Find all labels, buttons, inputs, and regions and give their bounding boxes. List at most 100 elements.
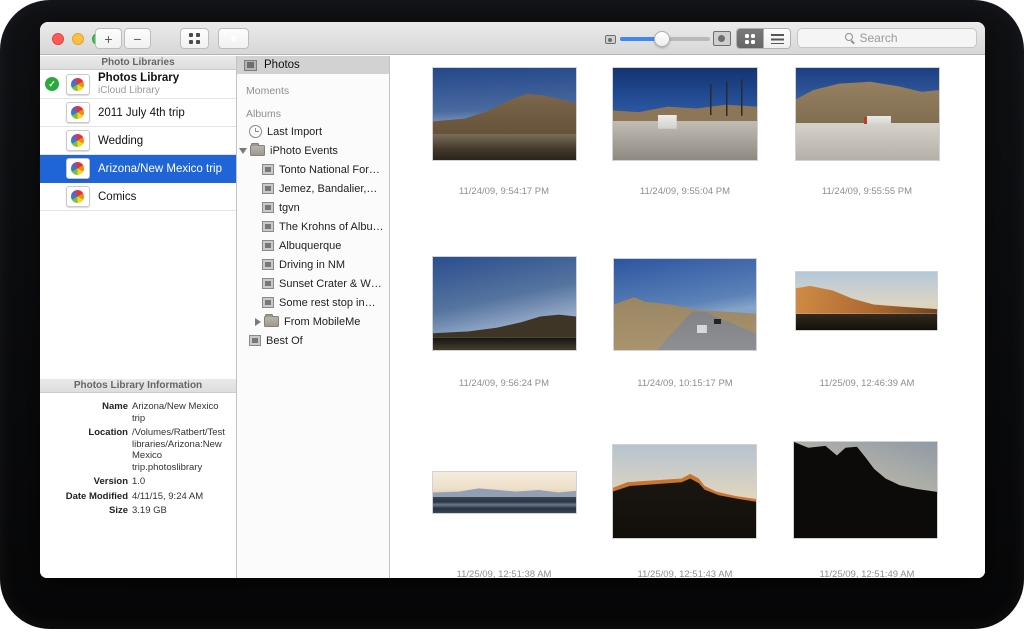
- thumbnail-size-large-icon: [713, 31, 731, 46]
- disclosure-triangle-collapsed-icon[interactable]: [255, 318, 261, 326]
- album-krohns[interactable]: The Krohns of Albu…: [237, 217, 389, 236]
- info-row-date-modified: Date Modified 4/11/15, 9:24 AM: [40, 491, 230, 503]
- grid-view-icon: [745, 34, 755, 44]
- sidebar-header: Photo Libraries: [40, 56, 236, 70]
- library-icon: [66, 158, 90, 179]
- merge-grid-icon: [189, 33, 200, 44]
- photo-timestamp: 11/24/09, 9:55:04 PM: [595, 186, 775, 197]
- list-view-button[interactable]: [763, 29, 790, 48]
- photo-thumbnail[interactable]: [432, 67, 577, 161]
- photo-thumbnail[interactable]: [795, 271, 938, 331]
- info-value: 1.0: [132, 476, 230, 488]
- library-icon: [66, 74, 90, 95]
- screenshot-stage: + −: [0, 0, 1024, 638]
- titlebar: + −: [40, 22, 985, 55]
- section-moments[interactable]: Moments: [246, 85, 289, 97]
- album-label: iPhoto Events: [270, 145, 338, 157]
- library-row-comics[interactable]: Comics: [40, 183, 236, 211]
- info-label: Name: [40, 401, 128, 424]
- library-subtitle: iCloud Library: [98, 85, 179, 96]
- search-field[interactable]: [797, 28, 977, 48]
- library-sidebar: Photo Libraries ✓ Photos Library iCloud …: [40, 56, 237, 578]
- library-row-arizona-selected[interactable]: Arizona/New Mexico trip: [40, 155, 236, 183]
- photo-thumbnail[interactable]: [793, 441, 938, 539]
- search-input[interactable]: [860, 31, 930, 45]
- app-window: + −: [40, 22, 985, 578]
- library-info-panel: Photos Library Information Name Arizona/…: [40, 379, 236, 520]
- album-tgvn[interactable]: tgvn: [237, 198, 389, 217]
- photo-thumbnail[interactable]: [612, 444, 757, 539]
- photo-timestamp: 11/25/09, 12:51:38 AM: [414, 569, 594, 578]
- checkmark-icon: ✓: [45, 77, 59, 91]
- folder-from-mobileme[interactable]: From MobileMe: [237, 312, 389, 331]
- thumbnail-size-slider[interactable]: [620, 37, 710, 41]
- album-label: From MobileMe: [284, 316, 360, 328]
- info-label: Date Modified: [40, 491, 128, 503]
- album-icon: [262, 183, 274, 194]
- album-label: tgvn: [279, 202, 300, 214]
- info-label: Location: [40, 427, 128, 473]
- slider-knob[interactable]: [654, 31, 670, 47]
- photo-thumbnail[interactable]: [432, 471, 577, 514]
- section-albums: Albums: [246, 108, 281, 120]
- album-sunset-crater[interactable]: Sunset Crater & W…: [237, 274, 389, 293]
- clock-icon: [249, 125, 262, 138]
- album-icon: [262, 259, 274, 270]
- photos-color-wheel-icon: [226, 31, 241, 46]
- grid-view-button[interactable]: [737, 29, 763, 48]
- album-tonto-national[interactable]: Tonto National For…: [237, 160, 389, 179]
- view-mode-segmented-control: [736, 28, 791, 49]
- album-icon: [262, 221, 274, 232]
- photos-icon: [244, 60, 257, 71]
- album-icon: [249, 335, 261, 346]
- album-label: Albuquerque: [279, 240, 341, 252]
- album-label: Jemez, Bandalier,…: [279, 183, 377, 195]
- search-icon: [845, 33, 856, 44]
- photo-thumbnail[interactable]: [432, 256, 577, 351]
- remove-library-button[interactable]: −: [124, 28, 151, 49]
- photo-thumbnail[interactable]: [795, 67, 940, 161]
- folder-iphoto-events[interactable]: iPhoto Events: [237, 141, 389, 160]
- album-last-import[interactable]: Last Import: [237, 122, 389, 141]
- content-area: Photo Libraries ✓ Photos Library iCloud …: [40, 56, 985, 578]
- album-label: Best Of: [266, 335, 303, 347]
- minimize-button[interactable]: [72, 33, 84, 45]
- folder-icon: [264, 316, 279, 327]
- info-label: Version: [40, 476, 128, 488]
- info-row-location: Location /Volumes/Ratbert/Test libraries…: [40, 427, 230, 473]
- library-icon: [66, 102, 90, 123]
- info-row-size: Size 3.19 GB: [40, 505, 230, 517]
- add-library-button[interactable]: +: [95, 28, 122, 49]
- library-row-wedding[interactable]: Wedding: [40, 127, 236, 155]
- disclosure-triangle-expanded-icon[interactable]: [239, 148, 247, 154]
- photo-timestamp: 11/24/09, 9:55:55 PM: [777, 186, 957, 197]
- albums-panel: Photos Moments Albums Last Import iPhoto…: [237, 56, 390, 578]
- album-jemez-bandalier[interactable]: Jemez, Bandalier,…: [237, 179, 389, 198]
- album-icon: [262, 240, 274, 251]
- library-row-photos-library[interactable]: ✓ Photos Library iCloud Library: [40, 70, 236, 99]
- library-row-2011-july[interactable]: 2011 July 4th trip: [40, 99, 236, 127]
- info-label: Size: [40, 505, 128, 517]
- photos-source-label: Photos: [264, 59, 300, 71]
- info-value: 4/11/15, 9:24 AM: [132, 491, 230, 503]
- library-icon: [66, 186, 90, 207]
- library-name: Arizona/New Mexico trip: [98, 163, 222, 175]
- photo-thumbnail[interactable]: [612, 67, 758, 161]
- info-value: Arizona/New Mexico trip: [132, 401, 230, 424]
- info-panel-header: Photos Library Information: [40, 379, 236, 393]
- album-some-rest-stop[interactable]: Some rest stop in…: [237, 293, 389, 312]
- close-button[interactable]: [52, 33, 64, 45]
- photo-timestamp: 11/25/09, 12:51:43 AM: [595, 569, 775, 578]
- album-best-of[interactable]: Best Of: [237, 331, 389, 350]
- photo-thumbnail[interactable]: [613, 258, 757, 351]
- album-driving-in-nm[interactable]: Driving in NM: [237, 255, 389, 274]
- library-name: Wedding: [98, 135, 143, 147]
- library-name: Photos Library: [98, 72, 179, 84]
- merge-libraries-button[interactable]: [180, 28, 209, 49]
- photo-timestamp: 11/25/09, 12:51:49 AM: [777, 569, 957, 578]
- library-icon: [66, 130, 90, 151]
- open-in-photos-button[interactable]: [218, 28, 249, 49]
- photos-source-selected[interactable]: Photos: [237, 56, 389, 74]
- album-albuquerque[interactable]: Albuquerque: [237, 236, 389, 255]
- photo-grid: 11/24/09, 9:54:17 PM 11/24/09, 9:55:04 P…: [390, 56, 985, 578]
